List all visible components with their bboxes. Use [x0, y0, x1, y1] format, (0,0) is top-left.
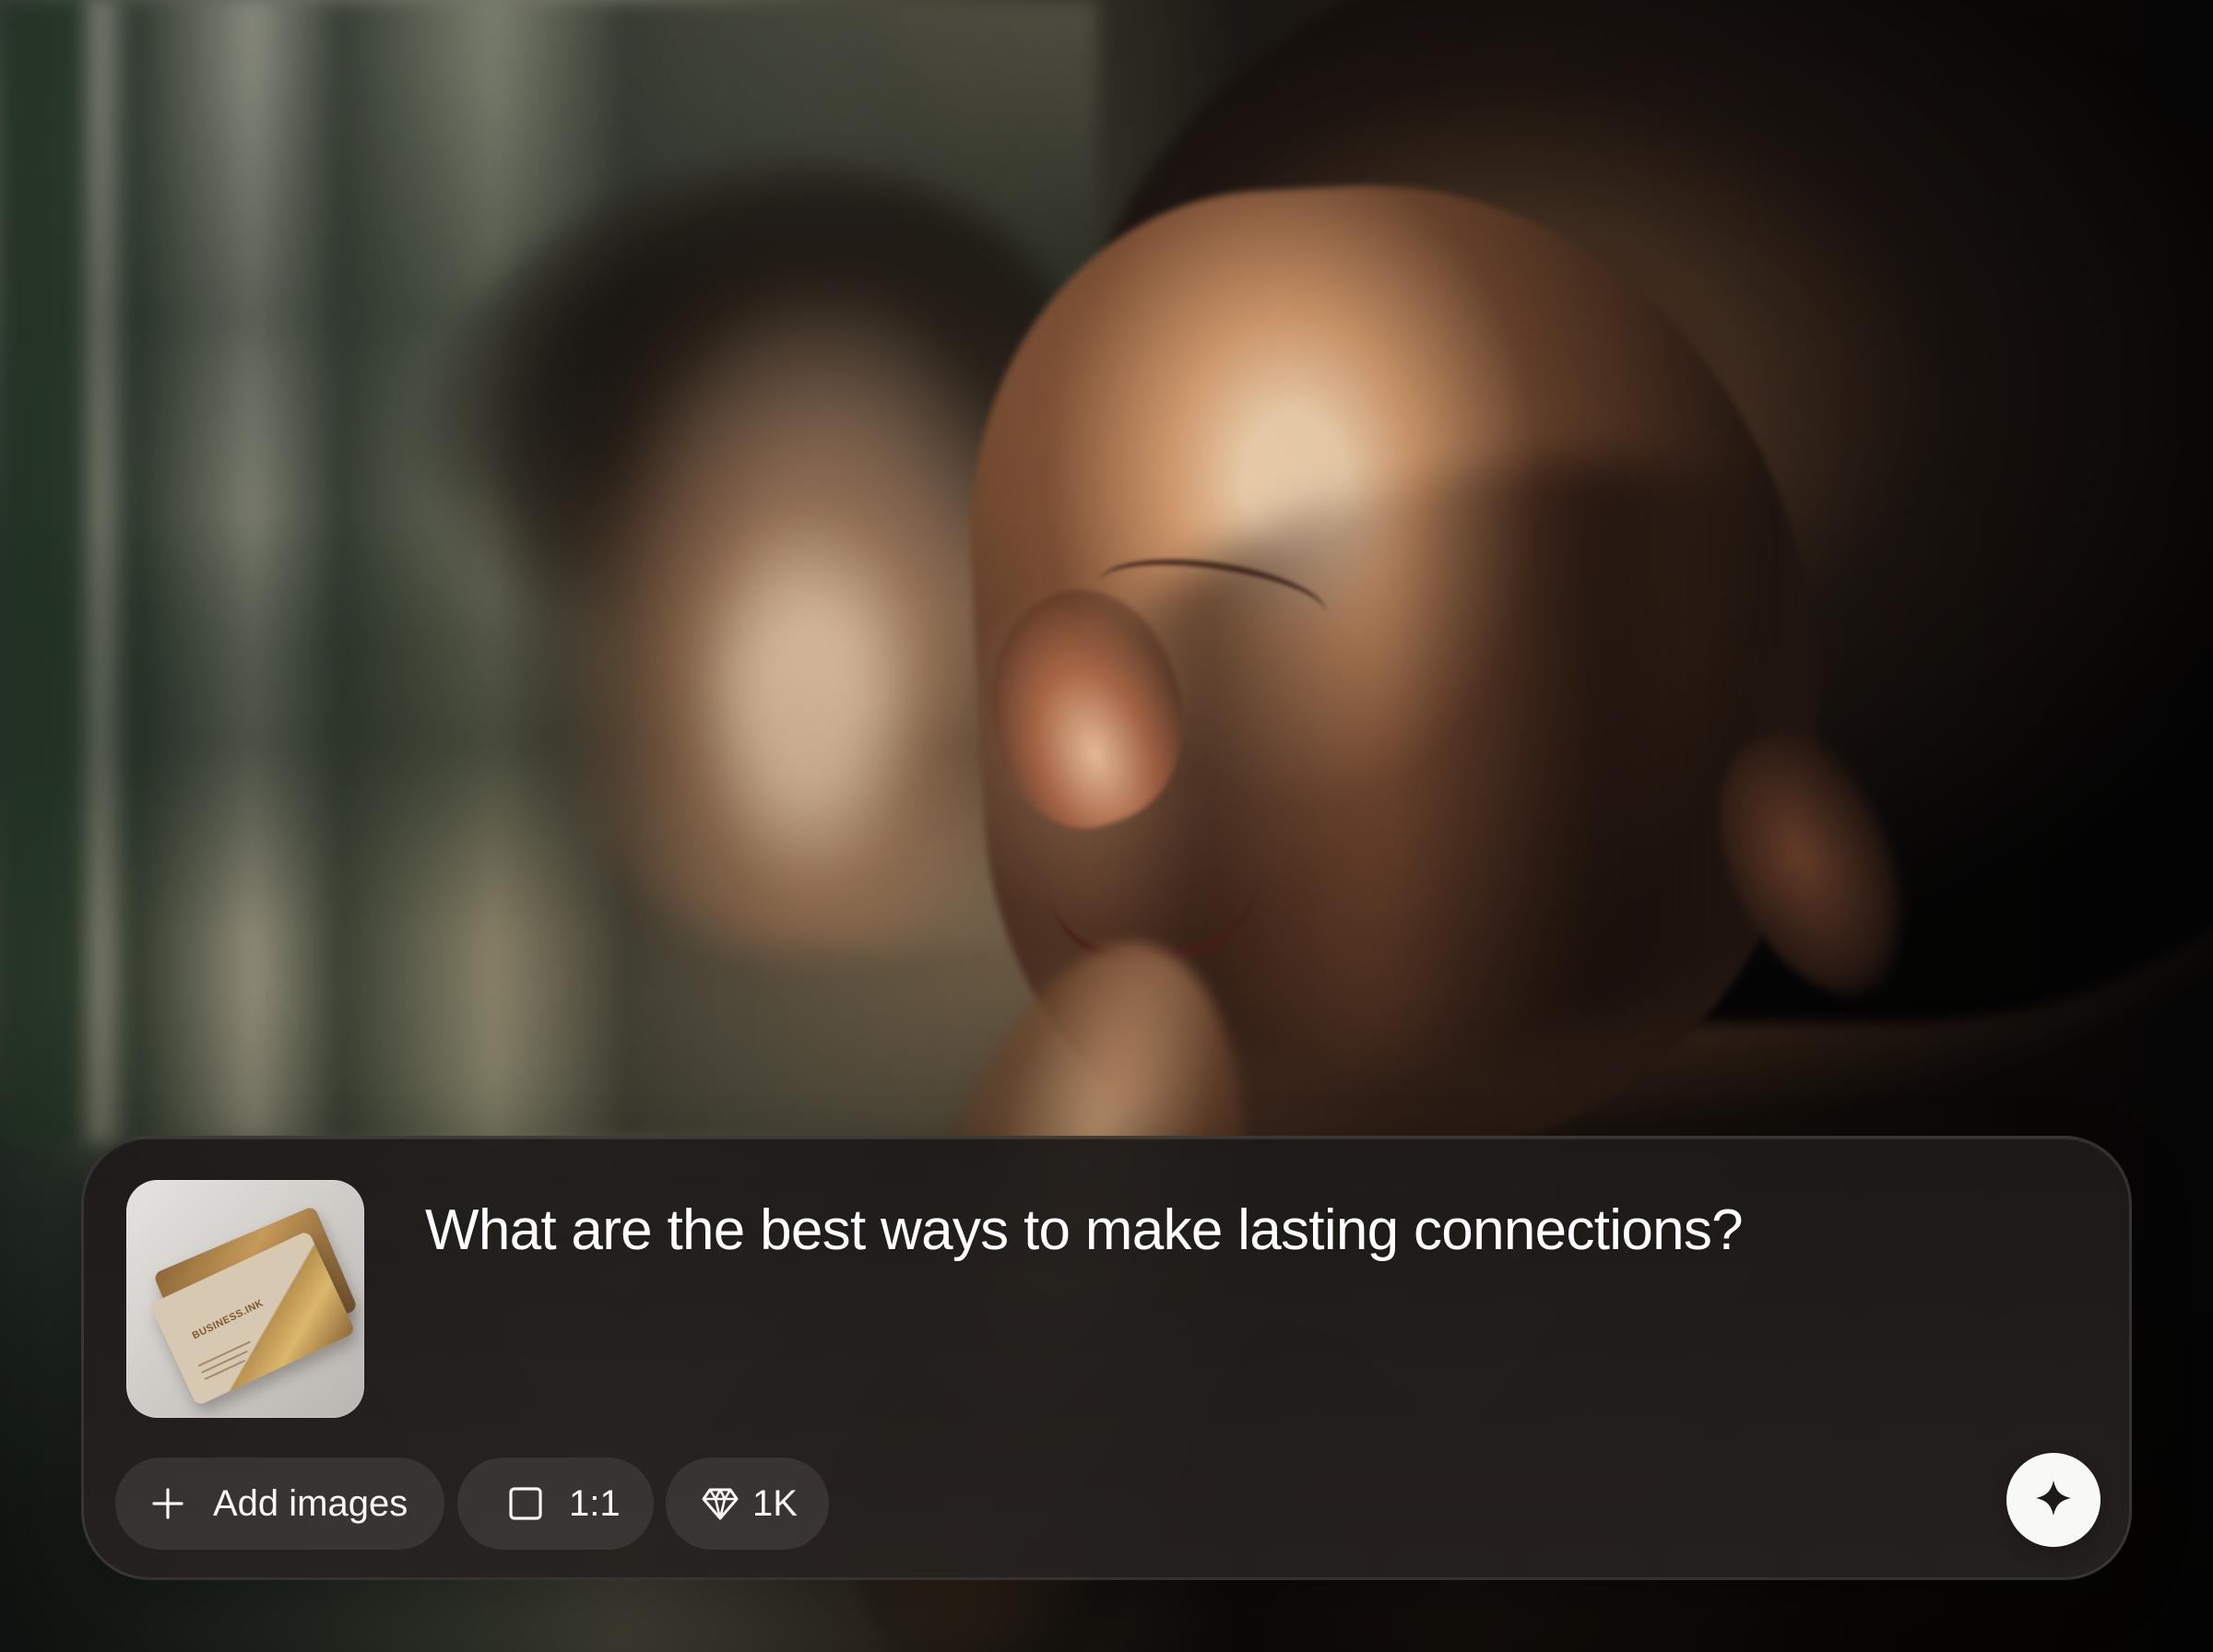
plus-icon: [150, 1486, 185, 1521]
window-reflection-hair: [372, 101, 1122, 710]
attached-image-thumbnail[interactable]: BUSINESS.INK: [126, 1180, 364, 1418]
photo-background: BUSINESS.INK What are the best ways to m…: [0, 0, 2213, 1652]
person-face: [953, 162, 1841, 1174]
square-icon: [507, 1485, 544, 1522]
aspect-ratio-label: 1:1: [569, 1483, 621, 1524]
window-reflection-face: [516, 230, 1097, 950]
sparkle-icon: [2034, 1479, 2073, 1522]
business-card-logo-text: BUSINESS.INK: [190, 1297, 266, 1342]
prompt-composer: BUSINESS.INK What are the best ways to m…: [81, 1136, 2132, 1580]
smile: [1047, 865, 1268, 972]
prompt-text[interactable]: What are the best ways to make lasting c…: [425, 1196, 2057, 1266]
diamond-icon: [701, 1484, 740, 1523]
generate-button[interactable]: [2006, 1453, 2101, 1547]
quality-label: 1K: [752, 1483, 798, 1524]
ear: [1684, 707, 1945, 1026]
business-card-text-lines: [197, 1339, 262, 1384]
aspect-ratio-button[interactable]: 1:1: [457, 1457, 654, 1550]
add-images-label: Add images: [213, 1483, 408, 1524]
add-images-button[interactable]: Add images: [115, 1457, 444, 1550]
blurred-street-background: [0, 0, 1097, 1143]
closed-eye: [1093, 546, 1332, 652]
nose-highlight: [959, 566, 1213, 849]
person-hair: [1070, 0, 2213, 1023]
shadow-on-face: [938, 367, 1994, 1163]
quality-button[interactable]: 1K: [666, 1457, 829, 1550]
